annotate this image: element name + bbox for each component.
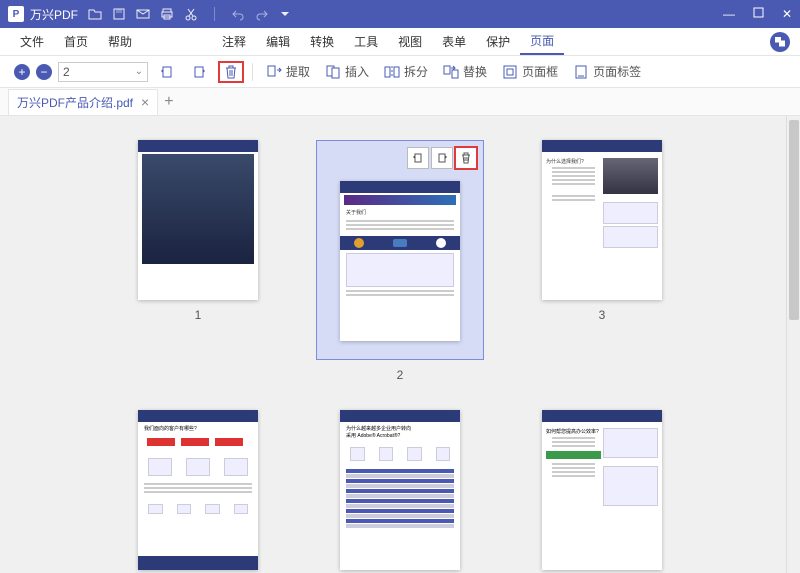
- more-icon[interactable]: [279, 8, 291, 20]
- pagebox-label: 页面框: [522, 63, 558, 80]
- menu-page[interactable]: 页面: [520, 28, 564, 55]
- thumb-label: 2: [397, 368, 404, 382]
- trash-icon: [222, 63, 240, 81]
- replace-label: 替换: [463, 63, 487, 80]
- brand-icon[interactable]: [770, 32, 790, 52]
- save-icon[interactable]: [112, 7, 126, 21]
- menubar: 文件 首页 帮助 注释 编辑 转换 工具 视图 表单 保护 页面: [0, 28, 800, 56]
- page-thumb-6[interactable]: 如何帮您提高办公效率?: [502, 410, 702, 570]
- undo-icon[interactable]: [231, 7, 245, 21]
- close-button[interactable]: ✕: [782, 7, 792, 21]
- page-toolbar: + − 2 ⌄ 提取 插入 拆分 替换 页面框 页面标签: [0, 56, 800, 88]
- zoom-out-button[interactable]: −: [36, 64, 52, 80]
- page-number-value: 2: [63, 65, 70, 79]
- cut-icon[interactable]: [184, 7, 198, 21]
- menu-view[interactable]: 视图: [388, 29, 432, 54]
- rotate-left-button[interactable]: [154, 61, 180, 83]
- print-icon[interactable]: [160, 7, 174, 21]
- pagelabel-label: 页面标签: [593, 63, 641, 80]
- page-thumb-2-selected[interactable]: 关于我们: [316, 140, 484, 360]
- rotate-right-button[interactable]: [186, 61, 212, 83]
- document-tab-label: 万兴PDF产品介绍.pdf: [17, 94, 133, 111]
- extract-button[interactable]: 提取: [261, 61, 314, 83]
- page-thumb-4[interactable]: 我们面向的客户有哪些?: [98, 410, 298, 570]
- menu-convert[interactable]: 转换: [300, 29, 344, 54]
- thumb-float-toolbar: [407, 147, 477, 169]
- split-button[interactable]: 拆分: [379, 61, 432, 83]
- app-title: 万兴PDF: [30, 6, 78, 23]
- document-tabbar: 万兴PDF产品介绍.pdf × +: [0, 88, 800, 116]
- add-tab-button[interactable]: +: [164, 93, 173, 111]
- mail-icon[interactable]: [136, 7, 150, 21]
- zoom-in-button[interactable]: +: [14, 64, 30, 80]
- menu-protect[interactable]: 保护: [476, 29, 520, 54]
- titlebar-quick-actions: [88, 7, 291, 21]
- menu-form[interactable]: 表单: [432, 29, 476, 54]
- thumb-label: 1: [195, 308, 202, 322]
- redo-icon[interactable]: [255, 7, 269, 21]
- thumb-rotate-right-button[interactable]: [431, 147, 453, 169]
- page-thumb-3[interactable]: 为什么选择我们? 3: [502, 140, 702, 382]
- split-label: 拆分: [404, 63, 428, 80]
- thumb-delete-button[interactable]: [455, 147, 477, 169]
- close-tab-button[interactable]: ×: [141, 94, 149, 110]
- insert-label: 插入: [345, 63, 369, 80]
- pagebox-button[interactable]: 页面框: [497, 61, 562, 83]
- page-thumb-5[interactable]: 为什么越来越多企业用户转向采用 Adobe® Acrobat®?: [300, 410, 500, 570]
- menu-home[interactable]: 首页: [54, 29, 98, 54]
- thumb-label: 3: [599, 308, 606, 322]
- window-controls: — ✕: [723, 7, 792, 21]
- delete-page-button[interactable]: [218, 61, 244, 83]
- extract-label: 提取: [286, 63, 310, 80]
- menu-help[interactable]: 帮助: [98, 29, 142, 54]
- menu-file[interactable]: 文件: [10, 29, 54, 54]
- menu-comment[interactable]: 注释: [212, 29, 256, 54]
- vertical-scrollbar[interactable]: [786, 116, 800, 573]
- minimize-button[interactable]: —: [723, 7, 735, 21]
- page-number-select[interactable]: 2 ⌄: [58, 62, 148, 82]
- document-tab[interactable]: 万兴PDF产品介绍.pdf ×: [8, 89, 158, 115]
- page-thumbnail-workspace: pdfelement 1 关于我们: [0, 116, 800, 573]
- insert-button[interactable]: 插入: [320, 61, 373, 83]
- thumb-rotate-left-button[interactable]: [407, 147, 429, 169]
- maximize-button[interactable]: [753, 7, 764, 21]
- replace-button[interactable]: 替换: [438, 61, 491, 83]
- titlebar: P 万兴PDF — ✕: [0, 0, 800, 28]
- app-icon: P: [8, 6, 24, 22]
- pagelabel-button[interactable]: 页面标签: [568, 61, 645, 83]
- page-thumb-1[interactable]: pdfelement 1: [98, 140, 298, 382]
- open-icon[interactable]: [88, 7, 102, 21]
- menu-tool[interactable]: 工具: [344, 29, 388, 54]
- chevron-down-icon: ⌄: [135, 66, 143, 77]
- menu-edit[interactable]: 编辑: [256, 29, 300, 54]
